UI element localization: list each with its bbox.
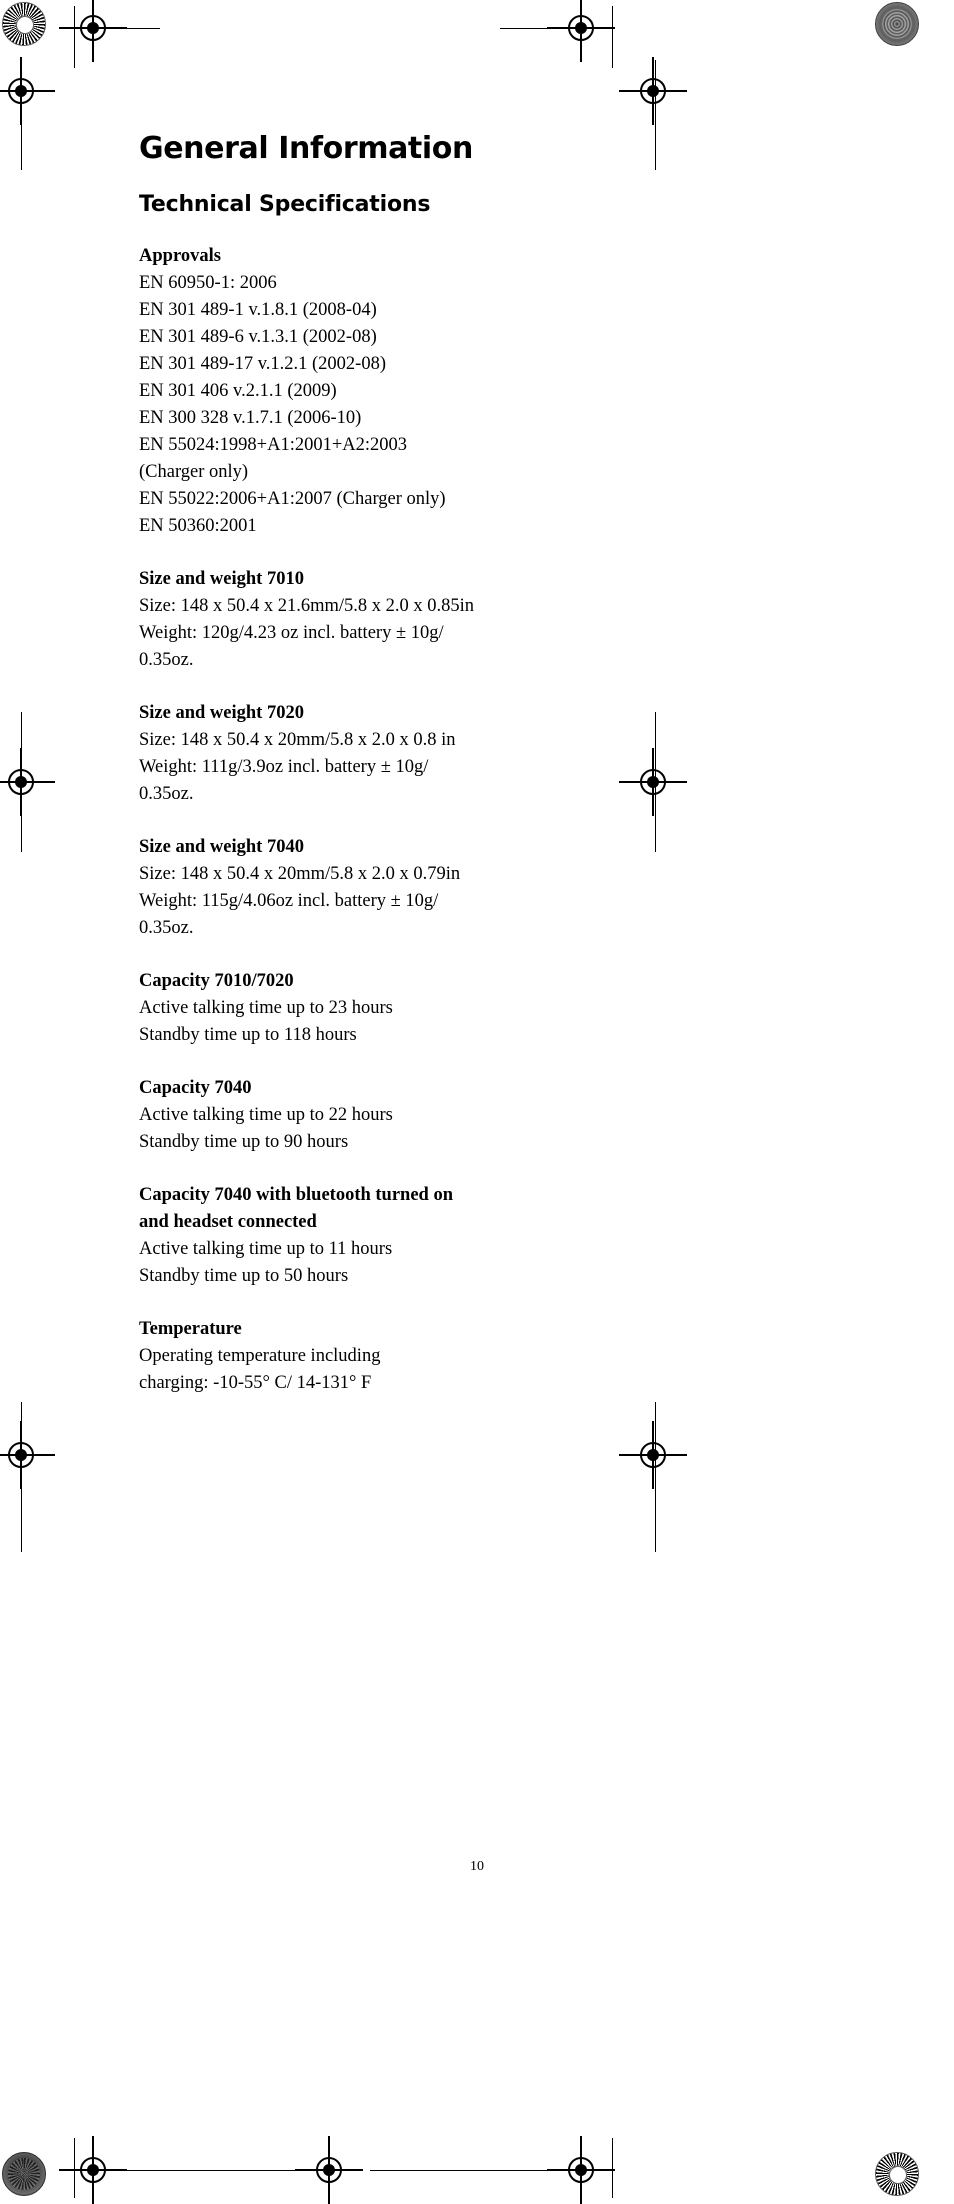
block-body: Operating temperature including charging… xyxy=(139,1343,699,1397)
block-line: EN 50360:2001 xyxy=(139,515,257,536)
block-line: Active talking time up to 11 hours xyxy=(139,1238,393,1259)
gray-target-top-right xyxy=(875,2,919,46)
block-line: 0.35oz. xyxy=(139,783,194,804)
block-line: (Charger only) xyxy=(139,461,249,482)
block-heading: Size and weight 7010 xyxy=(139,568,304,589)
block-heading-line2: and headset connected xyxy=(139,1211,317,1232)
spec-block-capacity-7010-7020: Capacity 7010/7020 Active talking time u… xyxy=(139,968,699,1049)
crop-rule-top-right-horizontal xyxy=(500,28,610,29)
block-line: EN 60950-1: 2006 xyxy=(139,272,277,293)
block-line: Weight: 120g/4.23 oz incl. battery ± 10g… xyxy=(139,622,444,643)
block-body: EN 60950-1: 2006 EN 301 489-1 v.1.8.1 (2… xyxy=(139,270,699,540)
block-line: EN 300 328 v.1.7.1 (2006-10) xyxy=(139,407,362,428)
block-line: EN 55024:1998+A1:2001+A2:2003 xyxy=(139,434,408,455)
registration-mark-lower-right xyxy=(619,1421,687,1489)
star-target-bottom-right xyxy=(875,2152,919,2196)
crop-rule-middle-left-vertical xyxy=(21,712,22,852)
spec-block-size-weight-7010: Size and weight 7010 Size: 148 x 50.4 x … xyxy=(139,566,699,674)
block-heading: Approvals xyxy=(139,245,221,266)
block-body: Active talking time up to 23 hours Stand… xyxy=(139,995,699,1049)
block-heading: Temperature xyxy=(139,1318,242,1339)
registration-mark-lower-left xyxy=(0,1421,55,1489)
block-body: Size: 148 x 50.4 x 21.6mm/5.8 x 2.0 x 0.… xyxy=(139,593,699,674)
spec-block-size-weight-7020: Size and weight 7020 Size: 148 x 50.4 x … xyxy=(139,700,699,808)
registration-mark-upper-right xyxy=(619,57,687,125)
block-heading: Size and weight 7020 xyxy=(139,702,304,723)
block-line: Standby time up to 90 hours xyxy=(139,1131,349,1152)
spec-block-capacity-7040: Capacity 7040 Active talking time up to … xyxy=(139,1075,699,1156)
page-title: General Information xyxy=(139,131,473,166)
registration-mark-top-right xyxy=(547,0,615,62)
crop-rule-bottom-left-vertical xyxy=(74,2138,75,2198)
block-heading: Capacity 7040 with bluetooth turned on xyxy=(139,1184,454,1205)
page-number: 10 xyxy=(470,1859,484,1874)
spec-block-size-weight-7040: Size and weight 7040 Size: 148 x 50.4 x … xyxy=(139,834,699,942)
block-line: Standby time up to 50 hours xyxy=(139,1265,349,1286)
block-line: EN 301 406 v.2.1.1 (2009) xyxy=(139,380,337,401)
crop-rule-lower-left-vertical xyxy=(21,1402,22,1552)
block-line: Weight: 115g/4.06oz incl. battery ± 10g/ xyxy=(139,890,439,911)
block-line: Size: 148 x 50.4 x 20mm/5.8 x 2.0 x 0.8 … xyxy=(139,729,456,750)
registration-mark-bottom-right xyxy=(547,2136,615,2204)
block-heading: Size and weight 7040 xyxy=(139,836,304,857)
crop-rule-bottom-right-vertical xyxy=(612,2138,613,2198)
block-line: EN 301 489-1 v.1.8.1 (2008-04) xyxy=(139,299,377,320)
registration-mark-bottom-center xyxy=(295,2136,363,2204)
block-heading: Capacity 7040 xyxy=(139,1077,252,1098)
registration-mark-upper-left xyxy=(0,57,55,125)
block-line: Weight: 111g/3.9oz incl. battery ± 10g/ xyxy=(139,756,429,777)
block-body: Active talking time up to 22 hours Stand… xyxy=(139,1102,699,1156)
star-target-top-left xyxy=(2,2,46,46)
block-heading: Capacity 7010/7020 xyxy=(139,970,294,991)
crop-rule-top-left-horizontal xyxy=(96,28,160,29)
block-line: EN 55022:2006+A1:2007 (Charger only) xyxy=(139,488,446,509)
block-line: Operating temperature including xyxy=(139,1345,381,1366)
crop-rule-bottom-center-horizontal xyxy=(160,2170,310,2171)
block-line: Standby time up to 118 hours xyxy=(139,1024,357,1045)
block-line: Size: 148 x 50.4 x 21.6mm/5.8 x 2.0 x 0.… xyxy=(139,595,475,616)
registration-mark-top-left xyxy=(59,0,127,62)
page-content: General Information Technical Specificat… xyxy=(139,132,699,1397)
spec-block-capacity-7040-bluetooth: Capacity 7040 with bluetooth turned on a… xyxy=(139,1182,699,1290)
block-line: EN 301 489-6 v.1.3.1 (2002-08) xyxy=(139,326,377,347)
registration-mark-middle-left xyxy=(0,748,55,816)
crop-rule-bottom-right-horizontal xyxy=(370,2170,568,2171)
block-body: Size: 148 x 50.4 x 20mm/5.8 x 2.0 x 0.79… xyxy=(139,861,699,942)
crop-rule-top-right-vertical xyxy=(612,6,613,68)
block-line: charging: -10-55° C/ 14-131° F xyxy=(139,1372,372,1393)
block-line: EN 301 489-17 v.1.2.1 (2002-08) xyxy=(139,353,386,374)
block-body: Size: 148 x 50.4 x 20mm/5.8 x 2.0 x 0.8 … xyxy=(139,727,699,808)
block-line: Active talking time up to 22 hours xyxy=(139,1104,393,1125)
crop-rule-bottom-left-horizontal xyxy=(96,2170,160,2171)
crop-rule-lower-right-vertical xyxy=(655,1402,656,1552)
block-line: Size: 148 x 50.4 x 20mm/5.8 x 2.0 x 0.79… xyxy=(139,863,461,884)
block-line: 0.35oz. xyxy=(139,649,194,670)
crop-rule-upper-left-vertical xyxy=(21,60,22,170)
dark-target-bottom-left xyxy=(2,2152,46,2196)
spec-block-temperature: Temperature Operating temperature includ… xyxy=(139,1316,699,1397)
block-body: Active talking time up to 11 hours Stand… xyxy=(139,1236,699,1290)
section-title: Technical Specifications xyxy=(139,191,431,217)
crop-rule-top-left-vertical xyxy=(74,6,75,68)
spec-block-approvals: Approvals EN 60950-1: 2006 EN 301 489-1 … xyxy=(139,243,699,540)
block-line: 0.35oz. xyxy=(139,917,194,938)
registration-mark-bottom-left xyxy=(59,2136,127,2204)
block-line: Active talking time up to 23 hours xyxy=(139,997,393,1018)
